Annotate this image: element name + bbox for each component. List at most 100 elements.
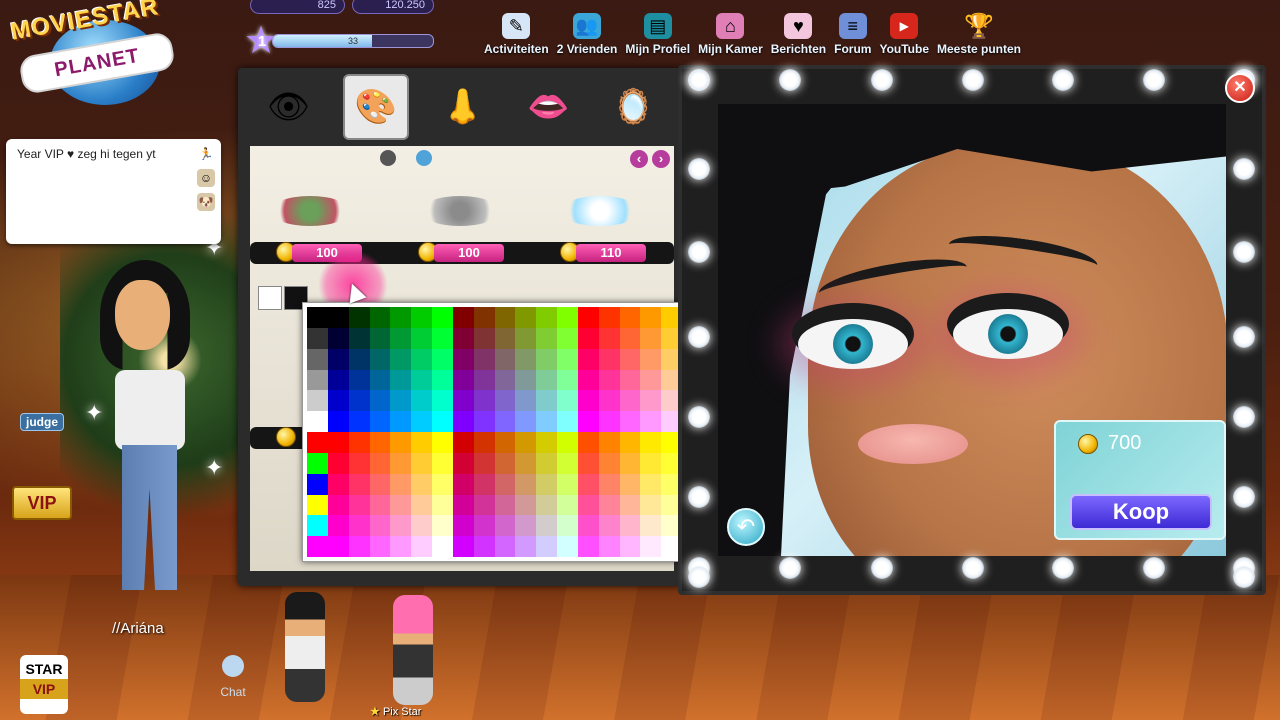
diamond-counter[interactable]: 825	[250, 0, 345, 14]
color-cell[interactable]	[494, 390, 516, 412]
color-cell[interactable]	[390, 536, 412, 557]
color-cell[interactable]	[411, 390, 433, 412]
color-cell[interactable]	[494, 473, 516, 495]
color-cell[interactable]	[348, 327, 370, 349]
color-cell[interactable]	[411, 327, 433, 349]
color-cell[interactable]	[619, 515, 641, 537]
color-cell[interactable]	[515, 536, 537, 557]
color-cell[interactable]	[515, 494, 537, 516]
color-cell[interactable]	[307, 327, 328, 349]
color-cell[interactable]	[515, 390, 537, 412]
color-cell[interactable]	[577, 307, 599, 328]
color-cell[interactable]	[411, 536, 433, 557]
color-cell[interactable]	[327, 369, 349, 391]
color-cell[interactable]	[473, 452, 495, 474]
chat-button[interactable]: Chat	[215, 655, 251, 705]
color-cell[interactable]	[327, 473, 349, 495]
color-cell[interactable]	[494, 494, 516, 516]
color-cell[interactable]	[473, 432, 495, 453]
color-cell[interactable]	[515, 452, 537, 474]
color-cell[interactable]	[307, 536, 328, 557]
color-cell[interactable]	[473, 536, 495, 557]
color-cell[interactable]	[452, 452, 474, 474]
color-cell[interactable]	[452, 411, 474, 432]
item-price[interactable]: 100	[434, 244, 504, 262]
color-cell[interactable]	[390, 452, 412, 474]
color-cell[interactable]	[348, 452, 370, 474]
nav-mijn-kamer[interactable]: ⌂ Mijn Kamer	[694, 0, 767, 56]
color-dot[interactable]	[380, 150, 396, 166]
color-cell[interactable]	[577, 473, 599, 495]
color-cell[interactable]	[515, 327, 537, 349]
color-cell[interactable]	[536, 536, 558, 557]
vip-badge[interactable]: VIP	[12, 486, 72, 520]
color-cell[interactable]	[452, 536, 474, 557]
color-cell[interactable]	[452, 327, 474, 349]
next-page-button[interactable]: ›	[652, 150, 670, 168]
pet-icon[interactable]: 🐶	[197, 193, 215, 211]
color-cell[interactable]	[348, 494, 370, 516]
color-cell[interactable]	[411, 369, 433, 391]
color-cell[interactable]	[369, 494, 391, 516]
player-avatar[interactable]	[100, 260, 200, 600]
running-figure-icon[interactable]: 🏃	[197, 145, 215, 163]
color-cell[interactable]	[640, 452, 662, 474]
color-cell[interactable]	[557, 536, 578, 557]
color-cell[interactable]	[327, 411, 349, 432]
color-cell[interactable]	[515, 348, 537, 370]
color-cell[interactable]	[536, 411, 558, 432]
color-cell[interactable]	[390, 515, 412, 537]
color-cell[interactable]	[390, 369, 412, 391]
color-cell[interactable]	[348, 473, 370, 495]
color-cell[interactable]	[369, 432, 391, 453]
tab-lips[interactable]: 👄	[517, 76, 579, 138]
color-cell[interactable]	[369, 452, 391, 474]
color-cell[interactable]	[452, 390, 474, 412]
color-cell[interactable]	[432, 390, 453, 412]
color-cell[interactable]	[536, 473, 558, 495]
other-avatar[interactable]	[285, 592, 325, 702]
star-vip-badge[interactable]: STAR VIP	[20, 655, 68, 714]
color-cell[interactable]	[473, 390, 495, 412]
color-cell[interactable]	[473, 348, 495, 370]
moviestarplanet-logo[interactable]: MOVIESTAR PLANET	[0, 0, 180, 105]
color-dot[interactable]	[416, 150, 432, 166]
color-cell[interactable]	[452, 348, 474, 370]
color-cell[interactable]	[307, 307, 328, 328]
nav-youtube[interactable]: ▶ YouTube	[875, 0, 933, 56]
tab-powder[interactable]: 🪞	[602, 76, 664, 138]
color-cell[interactable]	[619, 452, 641, 474]
color-cell[interactable]	[494, 369, 516, 391]
color-cell[interactable]	[536, 348, 558, 370]
color-cell[interactable]	[411, 473, 433, 495]
color-cell[interactable]	[411, 348, 433, 370]
color-cell[interactable]	[557, 494, 578, 516]
other-avatar[interactable]	[393, 595, 433, 705]
color-cell[interactable]	[577, 411, 599, 432]
color-cell[interactable]	[432, 411, 453, 432]
color-cell[interactable]	[411, 432, 433, 453]
starcoin-counter[interactable]: 120.250	[352, 0, 434, 14]
color-cell[interactable]	[327, 348, 349, 370]
color-cell[interactable]	[640, 432, 662, 453]
color-cell[interactable]	[327, 327, 349, 349]
color-cell[interactable]	[619, 327, 641, 349]
color-cell[interactable]	[432, 494, 453, 516]
judge-badge[interactable]: judge	[20, 413, 64, 431]
color-cell[interactable]	[619, 494, 641, 516]
color-cell[interactable]	[390, 473, 412, 495]
color-cell[interactable]	[452, 494, 474, 516]
color-cell[interactable]	[515, 369, 537, 391]
color-cell[interactable]	[327, 390, 349, 412]
nav-mijn-profiel[interactable]: ▤ Mijn Profiel	[621, 0, 694, 56]
color-cell[interactable]	[494, 432, 516, 453]
face-icon[interactable]: ☺	[197, 169, 215, 187]
color-cell[interactable]	[307, 515, 328, 537]
color-cell[interactable]	[536, 432, 558, 453]
color-cell[interactable]	[432, 515, 453, 537]
color-cell[interactable]	[619, 390, 641, 412]
color-cell[interactable]	[494, 327, 516, 349]
color-cell[interactable]	[307, 348, 328, 370]
color-cell[interactable]	[348, 411, 370, 432]
color-cell[interactable]	[369, 390, 391, 412]
